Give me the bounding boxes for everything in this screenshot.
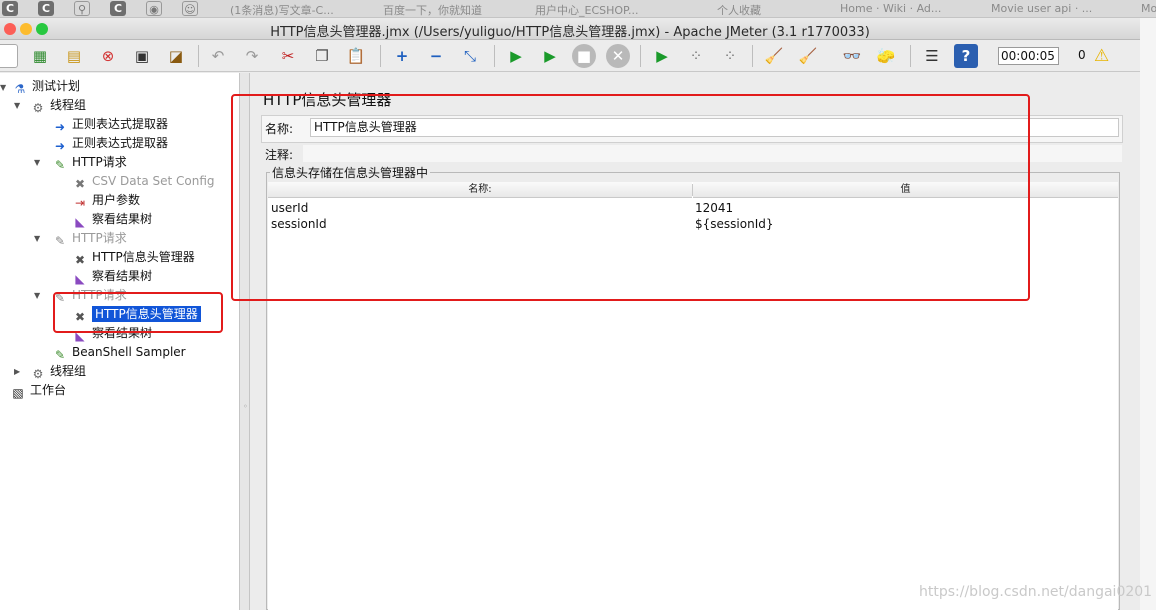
watermark: https://blog.csdn.net/dangai0201 bbox=[919, 584, 1153, 600]
toolbar-separator bbox=[640, 45, 641, 67]
annotation-box bbox=[53, 292, 223, 333]
user-favicon-icon[interactable]: ☺ bbox=[182, 1, 198, 16]
clear-icon[interactable]: 🧹 bbox=[762, 44, 786, 68]
browser-tab[interactable]: Mo bbox=[1141, 2, 1156, 15]
tree-node-user-parameters[interactable]: ⇥ 用户参数 bbox=[72, 191, 140, 210]
open-icon[interactable]: ▤ bbox=[62, 44, 86, 68]
tree-node-http-header-manager[interactable]: ✖ HTTP信息头管理器 bbox=[72, 248, 195, 267]
tree-node-view-results-tree[interactable]: ◣ 察看结果树 bbox=[72, 267, 152, 286]
collapse-arrow-icon[interactable]: ▼ bbox=[34, 292, 42, 300]
error-count: 0 bbox=[1078, 48, 1086, 62]
tree-node-thread-group[interactable]: ⚙ 线程组 bbox=[30, 96, 86, 115]
tree-node-view-results-tree[interactable]: ◣ 察看结果树 bbox=[72, 210, 152, 229]
tree-node-beanshell-sampler[interactable]: ✎ BeanShell Sampler bbox=[52, 343, 186, 362]
browser-tab[interactable]: 个人收藏 bbox=[717, 2, 761, 18]
browser-tab-strip: C C ⚲ C ◉ ☺ (1条消息)写文章-C... 百度一下，你就知道 用户中… bbox=[0, 0, 1156, 18]
chart-icon: ◣ bbox=[75, 215, 85, 229]
search-icon[interactable]: 👓 bbox=[840, 44, 864, 68]
start-icon[interactable]: ▶ bbox=[504, 44, 528, 68]
browser-tab[interactable]: (1条消息)写文章-C... bbox=[230, 2, 334, 18]
close-icon[interactable]: ⊗ bbox=[96, 44, 120, 68]
divider-grip-icon[interactable]: ◦ bbox=[243, 402, 248, 411]
toggle-icon[interactable]: ⤡ bbox=[458, 44, 482, 68]
preprocessor-icon: ⇥ bbox=[74, 196, 86, 210]
tree-node-workbench[interactable]: ▧ 工作台 bbox=[10, 381, 66, 400]
github-favicon-icon[interactable]: ◉ bbox=[146, 1, 162, 16]
browser-tab[interactable]: Home · Wiki · Ad... bbox=[840, 2, 941, 15]
expand-arrow-icon[interactable]: ▶ bbox=[14, 368, 22, 376]
toolbar-separator bbox=[494, 45, 495, 67]
tree-node-http-request[interactable]: ✎ HTTP请求 bbox=[52, 229, 127, 248]
remote-stop-icon[interactable]: ⁘ bbox=[684, 44, 708, 68]
toolbar: ▦ ▤ ⊗ ▣ ◪ ↶ ↷ ✂ ❐ 📋 + − ⤡ ▶ ▶ ■ ✕ ▶ ⁘ ⁘ … bbox=[0, 40, 1140, 72]
redo-icon[interactable]: ↷ bbox=[240, 44, 264, 68]
browser-tab[interactable]: 百度一下，你就知道 bbox=[383, 2, 482, 18]
save-as-icon[interactable]: ◪ bbox=[164, 44, 188, 68]
extractor-icon: ➜ bbox=[54, 139, 66, 153]
pin-favicon-icon[interactable]: ⚲ bbox=[74, 1, 90, 16]
start-no-timers-icon[interactable]: ▶ bbox=[538, 44, 562, 68]
cut-icon[interactable]: ✂ bbox=[276, 44, 300, 68]
tree-node-regex-extractor[interactable]: ➜ 正则表达式提取器 bbox=[52, 115, 168, 134]
csdn-favicon-icon[interactable]: C bbox=[2, 1, 18, 16]
expand-icon[interactable]: + bbox=[390, 44, 414, 68]
collapse-arrow-icon[interactable]: ▼ bbox=[0, 84, 8, 92]
remote-shutdown-icon[interactable]: ⁘ bbox=[718, 44, 742, 68]
save-icon[interactable]: ▣ bbox=[130, 44, 154, 68]
function-helper-icon[interactable]: ☰ bbox=[920, 44, 944, 68]
csdn-favicon-icon[interactable]: C bbox=[110, 1, 126, 16]
clear-all-icon[interactable]: 🧹 bbox=[796, 44, 820, 68]
tree-node-csv-data-set-config[interactable]: ✖ CSV Data Set Config bbox=[72, 172, 215, 191]
shutdown-icon[interactable]: ✕ bbox=[606, 44, 630, 68]
wrench-icon: ✖ bbox=[74, 177, 86, 191]
reset-search-icon[interactable]: 🧽 bbox=[874, 44, 898, 68]
annotation-box bbox=[231, 94, 1030, 301]
browser-tab[interactable]: Movie user api · ... bbox=[991, 2, 1092, 15]
window-title: HTTP信息头管理器.jmx (/Users/yuliguo/HTTP信息头管理… bbox=[270, 25, 870, 40]
collapse-arrow-icon[interactable]: ▼ bbox=[14, 102, 22, 110]
undo-icon[interactable]: ↶ bbox=[206, 44, 230, 68]
new-icon[interactable] bbox=[0, 44, 18, 68]
flask-icon: ⚗ bbox=[14, 82, 26, 96]
paste-icon[interactable]: 📋 bbox=[344, 44, 368, 68]
pipette-icon: ✎ bbox=[54, 348, 66, 362]
tree-node-regex-extractor[interactable]: ➜ 正则表达式提取器 bbox=[52, 134, 168, 153]
pipette-icon: ✎ bbox=[54, 158, 66, 172]
pipette-icon: ✎ bbox=[54, 234, 66, 248]
gear-icon: ⚙ bbox=[32, 101, 44, 115]
browser-tab[interactable]: 用户中心_ECSHOP... bbox=[535, 2, 638, 18]
collapse-arrow-icon[interactable]: ▼ bbox=[34, 159, 42, 167]
window-title-bar: HTTP信息头管理器.jmx (/Users/yuliguo/HTTP信息头管理… bbox=[0, 18, 1140, 40]
gear-icon: ⚙ bbox=[32, 367, 44, 381]
toolbar-separator bbox=[380, 45, 381, 67]
wrench-icon: ✖ bbox=[74, 253, 86, 267]
tree-node-http-request[interactable]: ✎ HTTP请求 bbox=[52, 153, 127, 172]
chart-icon: ◣ bbox=[75, 272, 85, 286]
warning-icon[interactable]: ⚠ bbox=[1094, 46, 1109, 66]
copy-icon[interactable]: ❐ bbox=[310, 44, 334, 68]
remote-start-icon[interactable]: ▶ bbox=[650, 44, 674, 68]
collapse-icon[interactable]: − bbox=[424, 44, 448, 68]
csdn-favicon-icon[interactable]: C bbox=[38, 1, 54, 16]
background-window bbox=[1140, 18, 1156, 610]
toolbar-separator bbox=[198, 45, 199, 67]
elapsed-time: 00:00:05 bbox=[998, 47, 1059, 65]
test-plan-tree: ▼ ⚗ 测试计划 ▼ ⚙ 线程组 ➜ 正则表达式提取器 ➜ 正则表达式提取器 ▼ ✎ HT… bbox=[0, 73, 240, 610]
toolbar-separator bbox=[752, 45, 753, 67]
templates-icon[interactable]: ▦ bbox=[28, 44, 52, 68]
tree-node-test-plan[interactable]: ⚗ 测试计划 bbox=[12, 77, 80, 96]
help-icon[interactable]: ? bbox=[954, 44, 978, 68]
collapse-arrow-icon[interactable]: ▼ bbox=[34, 235, 42, 243]
toolbar-separator bbox=[910, 45, 911, 67]
extractor-icon: ➜ bbox=[54, 120, 66, 134]
workbench-icon: ▧ bbox=[12, 386, 24, 400]
tree-node-thread-group[interactable]: ⚙ 线程组 bbox=[30, 362, 86, 381]
stop-icon[interactable]: ■ bbox=[572, 44, 596, 68]
